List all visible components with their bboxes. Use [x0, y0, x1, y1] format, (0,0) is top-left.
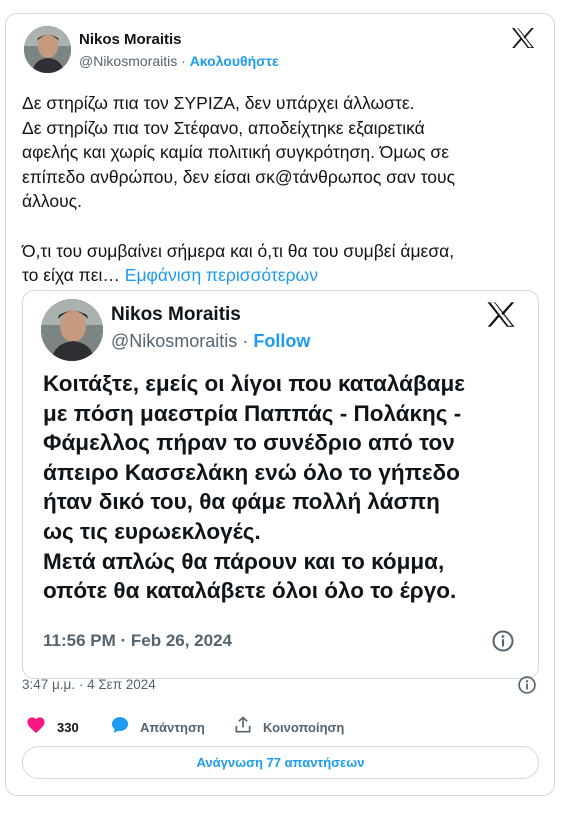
- quoted-text-line: ήταν δικό του, θα φάμε πολλή λάσπη: [43, 489, 440, 515]
- heart-icon: [26, 716, 46, 739]
- follow-button[interactable]: Ακολουθήστε: [190, 53, 279, 69]
- tweet-text-line: επίπεδο ανθρώπου, δεν είσαι σκ@τάνθρωπος…: [22, 166, 456, 187]
- tweet-actions: 330 Απάντηση Κοινοποίηση: [22, 715, 522, 739]
- reply-button[interactable]: Απάντηση: [110, 715, 205, 739]
- x-logo-icon[interactable]: [486, 301, 516, 333]
- quoted-text-line: Φάμελλος πήραν το συνέδριο από τον: [43, 430, 455, 456]
- quoted-text-line: οπότε θα καταλάβετε όλοι όλο το έργο.: [43, 578, 457, 604]
- quoted-text-line: με πόση μαεστρία Παππάς - Πολάκης -: [43, 400, 462, 426]
- quoted-tweet-text: Κοιτάξτε, εμείς οι λίγοι που καταλάβαμε …: [43, 369, 523, 606]
- quoted-text-line: Μετά απλώς θα πάρουν και το κόμμα,: [43, 548, 445, 574]
- author-handle-row: @Nikosmoraitis · Ακολουθήστε: [79, 53, 279, 69]
- tweet-text-last-line: το είχα πει… Εμφάνιση περισσότερων: [22, 263, 542, 288]
- info-icon[interactable]: [491, 629, 515, 658]
- tweet-text: Δε στηρίζω πια τον ΣΥΡΙΖΑ, δεν υπάρχει ά…: [22, 91, 542, 288]
- tweet-text-line: Ό,τι του συμβαίνει σήμερα και ό,τι θα το…: [22, 240, 455, 261]
- share-upload-icon: [233, 715, 253, 740]
- tweet-text-line: αφελής και χωρίς καμία πολιτική συγκρότη…: [22, 142, 449, 163]
- quoted-text-line: Κοιτάξτε, εμείς οι λίγοι που καταλάβαμε: [43, 371, 465, 396]
- quoted-avatar[interactable]: [41, 299, 103, 361]
- share-label: Κοινοποίηση: [263, 719, 345, 735]
- tweet-text-line: άλλους.: [22, 191, 82, 212]
- author-name[interactable]: Nikos Moraitis: [79, 31, 182, 48]
- read-replies-button[interactable]: Ανάγνωση 77 απαντήσεων: [22, 746, 539, 779]
- quoted-handle-row: @Nikosmoraitis · Follow: [111, 331, 310, 352]
- tweet-card: Nikos Moraitis @Nikosmoraitis · Ακολουθή…: [5, 13, 555, 796]
- tweet-text-line: Δε στηρίζω πια τον ΣΥΡΙΖΑ, δεν υπάρχει ά…: [22, 93, 415, 113]
- tweet-timestamp[interactable]: 3:47 μ.μ. · 4 Σεπ 2024: [22, 677, 156, 692]
- tweet-text-line: Δε στηρίζω πια τον Στέφανο, αποδείχτηκε …: [22, 117, 425, 138]
- tweet-text-blank-line: [22, 214, 542, 239]
- show-more-link[interactable]: Εμφάνιση περισσότερων: [125, 265, 318, 285]
- author-handle[interactable]: @Nikosmoraitis: [79, 53, 177, 69]
- separator-dot: ·: [242, 331, 249, 351]
- quoted-author-handle[interactable]: @Nikosmoraitis: [111, 331, 237, 351]
- likes-count: 330: [57, 719, 79, 735]
- quoted-follow-button[interactable]: Follow: [253, 331, 310, 351]
- info-icon[interactable]: [517, 675, 537, 700]
- tweet-text-line-prefix: το είχα πει…: [22, 265, 120, 286]
- quoted-time[interactable]: 11:56 PM · Feb 26, 2024: [43, 631, 232, 651]
- x-logo-icon[interactable]: [511, 27, 535, 54]
- quoted-tweet[interactable]: Nikos Moraitis @Nikosmoraitis · Follow Κ…: [22, 290, 539, 679]
- quoted-text-line: ως τις ευρωεκλογές.: [43, 518, 261, 544]
- speech-bubble-icon: [110, 715, 130, 740]
- quoted-text-line: άπειρο Κασσελάκη ενώ όλο το γήπεδο: [43, 459, 460, 485]
- avatar[interactable]: [24, 26, 71, 73]
- reply-label: Απάντηση: [140, 719, 205, 735]
- separator-dot: ·: [181, 53, 186, 69]
- quoted-author-name[interactable]: Nikos Moraitis: [111, 304, 241, 326]
- like-button[interactable]: 330: [26, 715, 79, 739]
- share-button[interactable]: Κοινοποίηση: [233, 715, 344, 739]
